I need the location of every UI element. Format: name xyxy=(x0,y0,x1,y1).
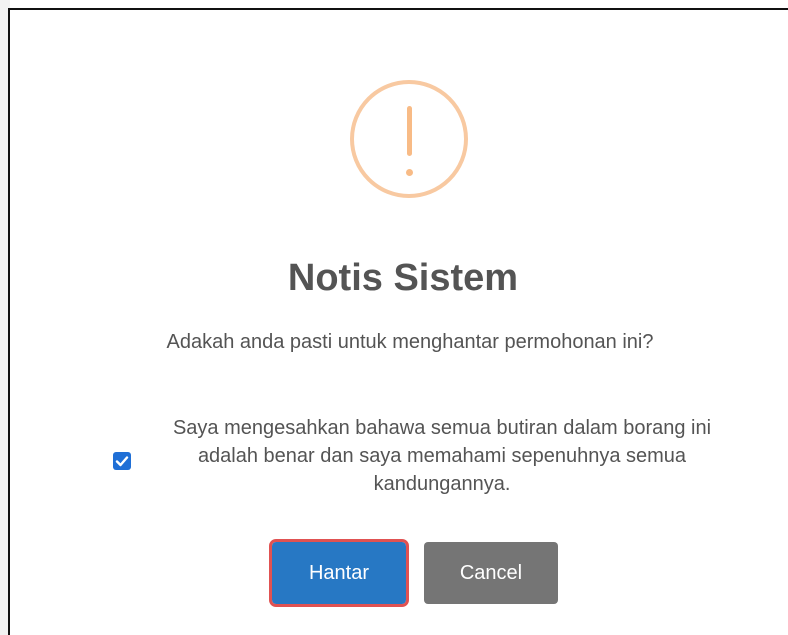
hantar-button[interactable]: Hantar xyxy=(269,539,409,607)
confirm-checkbox[interactable] xyxy=(113,452,131,470)
cancel-button[interactable]: Cancel xyxy=(424,542,558,604)
exclamation-bar xyxy=(407,106,412,156)
confirmation-row: Saya mengesahkan bahawa semua butiran da… xyxy=(105,414,745,510)
screen: Notis Sistem Adakah anda pasti untuk men… xyxy=(0,0,788,635)
dialog-title: Notis Sistem xyxy=(287,257,519,299)
dialog-message: Adakah anda pasti untuk menghantar permo… xyxy=(166,331,654,353)
confirmation-text: Saya mengesahkan bahawa semua butiran da… xyxy=(172,417,712,495)
warning-exclamation-icon xyxy=(350,80,468,198)
checkmark-icon xyxy=(115,456,129,467)
exclamation-dot xyxy=(406,169,413,176)
confirmation-dialog: Notis Sistem Adakah anda pasti untuk men… xyxy=(8,8,788,635)
